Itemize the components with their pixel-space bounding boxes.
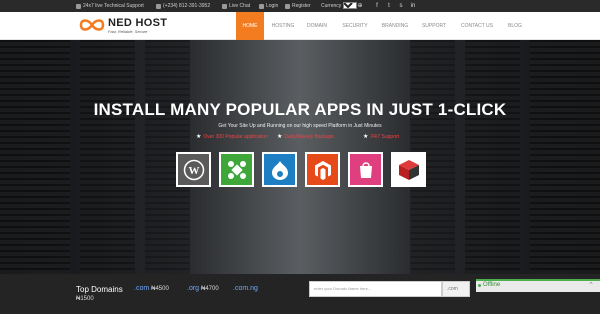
mobile-icon xyxy=(156,3,161,9)
main-nav: NED HOST Fast, Reliable, Secure HOME HOS… xyxy=(0,12,600,40)
wordpress-icon[interactable]: W xyxy=(176,152,211,187)
login-label: Login xyxy=(266,3,279,9)
nav-support[interactable]: SUPPORT xyxy=(418,12,450,40)
drupal-icon[interactable] xyxy=(262,152,297,187)
login-link[interactable]: Login xyxy=(259,3,278,9)
support-text: 24x7 live Technical Support xyxy=(83,3,144,9)
currency-label: Currency xyxy=(321,2,342,9)
magento-icon[interactable] xyxy=(305,152,340,187)
top-domains-title: Top Domains xyxy=(76,285,123,294)
infinity-logo-icon xyxy=(79,19,105,31)
tld-org: .org ₦4700 xyxy=(187,285,219,292)
app-icons-row: W xyxy=(176,152,426,187)
support-item: 24x7 live Technical Support xyxy=(76,3,144,9)
tld-select[interactable]: .com xyxy=(442,281,470,297)
tld-ext: .org xyxy=(187,285,200,292)
nav-hosting[interactable]: HOSTING xyxy=(267,12,299,40)
currency-selector: Currency NGN xyxy=(321,2,358,9)
tld-ext: .com.ng xyxy=(233,285,258,292)
tld-price: ₦4700 xyxy=(201,286,219,292)
register-link[interactable]: Register xyxy=(285,3,311,9)
top-bar: 24x7 live Technical Support (+234) 812-3… xyxy=(0,0,600,12)
star-icon: ★ xyxy=(363,134,369,140)
nav-blog[interactable]: BLOG xyxy=(502,12,528,40)
feature-item: ★ Daily/Weekly Backups xyxy=(277,133,334,141)
feature-text: 24/7 Support xyxy=(370,133,400,140)
nav-domain[interactable]: DOMAIN xyxy=(302,12,332,40)
hero-headline: INSTALL MANY POPULAR APPS IN JUST 1-CLIC… xyxy=(93,100,507,119)
hero-banner: INSTALL MANY POPULAR APPS IN JUST 1-CLIC… xyxy=(0,40,600,274)
linkedin-icon[interactable]: in xyxy=(409,2,417,10)
chat-status: Offline xyxy=(483,282,501,288)
nav-branding[interactable]: BRANDING xyxy=(377,12,413,40)
facebook-icon[interactable]: f xyxy=(373,2,381,10)
opencart-icon[interactable] xyxy=(391,152,426,187)
chevron-up-icon[interactable]: ⌃ xyxy=(588,281,594,289)
nav-security[interactable]: SECURITY xyxy=(337,12,373,40)
hero-subline: Get Your Site Up and Running on our high… xyxy=(218,123,382,129)
nav-contact-us[interactable]: CONTACT US xyxy=(456,12,498,40)
star-icon: ★ xyxy=(196,134,202,140)
logo-name: NED HOST xyxy=(108,17,168,29)
logo[interactable]: NED HOST Fast, Reliable, Secure xyxy=(78,15,188,38)
status-dot-icon xyxy=(478,284,481,287)
joomla-icon[interactable] xyxy=(219,152,254,187)
tld-ext: .com xyxy=(134,285,150,292)
twitter-icon[interactable]: t xyxy=(385,2,393,10)
feature-text: Daily/Weekly Backups xyxy=(284,133,334,140)
star-icon: ★ xyxy=(277,134,283,140)
live-chat-link[interactable]: Live Chat xyxy=(222,3,250,9)
user-icon xyxy=(285,3,290,9)
feature-text: Over 300 Popular application xyxy=(203,133,268,140)
skype-icon[interactable]: s xyxy=(397,2,405,10)
prestashop-icon[interactable] xyxy=(348,152,383,187)
tld-com: .com ₦4500 xyxy=(134,285,169,292)
tld-price: ₦4500 xyxy=(151,286,169,292)
chat-icon xyxy=(222,3,227,9)
live-chat-label: Live Chat xyxy=(229,3,251,9)
lock-icon xyxy=(259,3,264,9)
feature-item: ★ 24/7 Support xyxy=(363,133,400,141)
domain-search-input[interactable]: enter your Domain Name here... xyxy=(309,281,442,297)
tld-com-ng: .com.ng xyxy=(233,285,258,292)
register-label: Register xyxy=(292,3,311,9)
phone-icon xyxy=(76,3,81,9)
rss-icon[interactable]: ⊕ xyxy=(356,2,364,10)
tld-price: ₦1500 xyxy=(76,296,94,302)
nav-home[interactable]: HOME xyxy=(236,12,264,40)
svg-text:W: W xyxy=(188,165,199,177)
logo-tagline: Fast, Reliable, Secure xyxy=(108,29,148,34)
chat-widget[interactable]: Offline ⌃ xyxy=(476,279,600,292)
phone-text: (+234) 812-391-3952 xyxy=(163,3,211,9)
feature-item: ★ Over 300 Popular application xyxy=(196,133,268,141)
phone-item[interactable]: (+234) 812-391-3952 xyxy=(156,3,210,9)
